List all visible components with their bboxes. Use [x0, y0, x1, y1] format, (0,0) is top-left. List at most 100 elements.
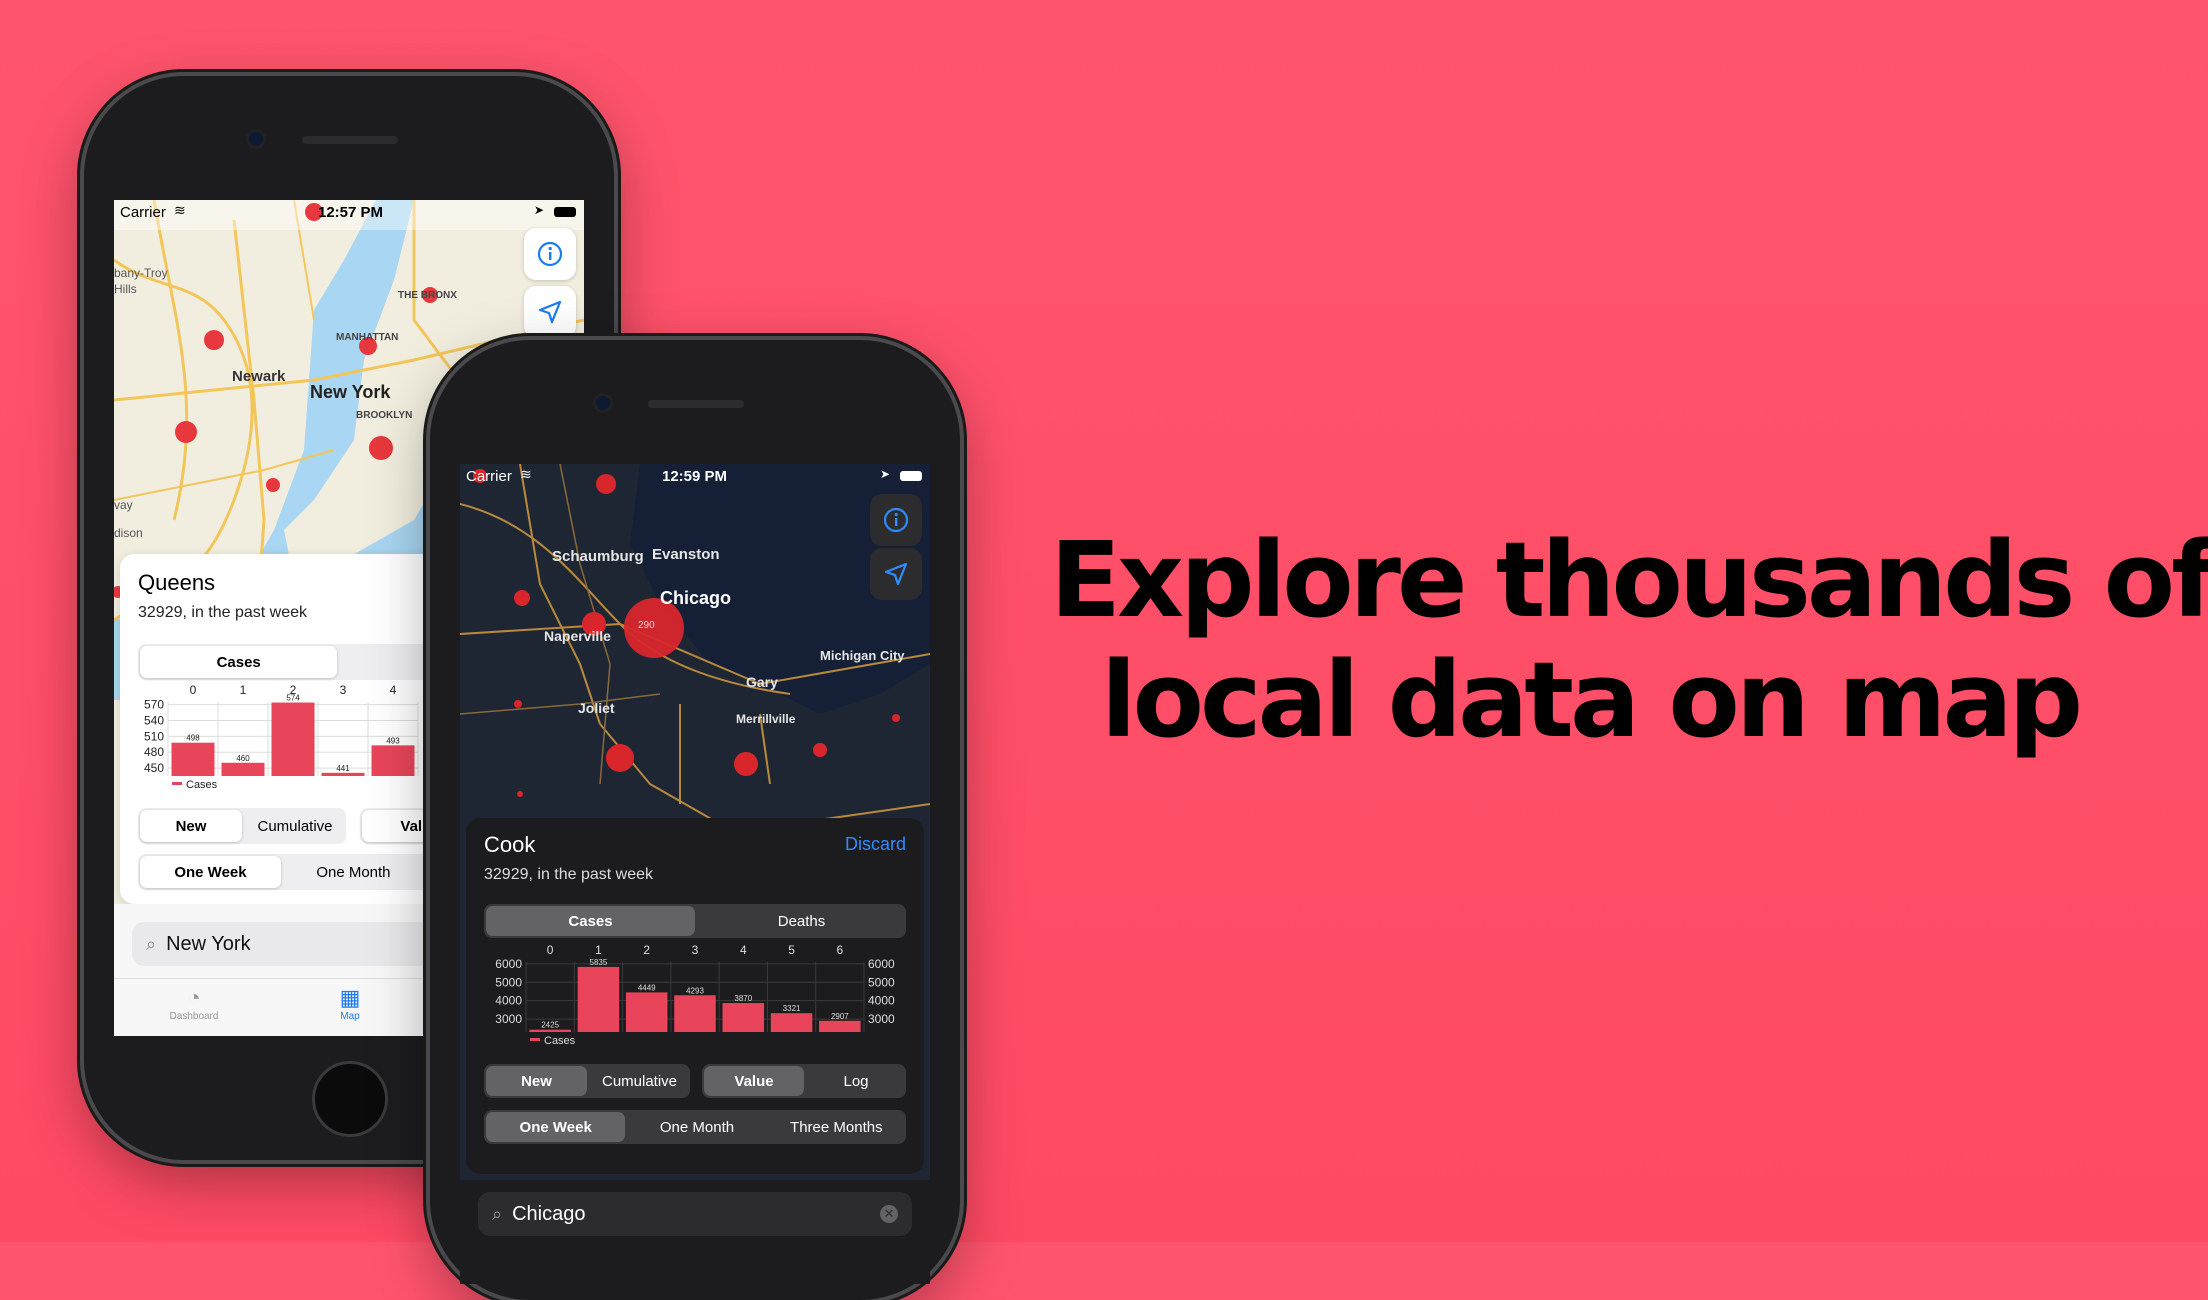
navigation-arrow-icon [538, 300, 562, 324]
x-tick-label: 0 [547, 943, 554, 957]
map-label-manhattan: MANHATTAN [336, 332, 399, 343]
x-tick-label: 3 [692, 943, 699, 957]
bar-value-label: 498 [186, 734, 200, 743]
map-label-hills: Hills [114, 282, 137, 296]
front-camera [249, 132, 263, 146]
info-button[interactable] [870, 494, 922, 546]
legend-swatch [530, 1038, 540, 1041]
seg-one-month[interactable]: One Month [283, 854, 424, 890]
region-subtitle: 32929, in the past week [138, 604, 308, 621]
discard-button[interactable]: Discard [845, 834, 906, 855]
bar-value-label: 441 [336, 764, 350, 773]
map-label-newark: Newark [232, 368, 286, 385]
map-label-bronx: THE BRONX [398, 290, 457, 301]
search-input[interactable]: New York [166, 933, 251, 956]
region-title: Cook [484, 832, 536, 857]
mode-segmented[interactable]: New Cumulative [484, 1064, 690, 1098]
metric-segmented[interactable]: Cases Deaths [484, 904, 906, 938]
y-tick-label: 540 [144, 714, 164, 728]
x-tick-label: 1 [240, 684, 247, 697]
legend-swatch [172, 782, 182, 785]
tab-map[interactable]: ▦ Map [310, 985, 390, 1022]
bar-value-label: 2425 [541, 1021, 559, 1030]
seg-log[interactable]: Log [806, 1064, 906, 1098]
bar-value-label: 4293 [686, 986, 704, 995]
bar-value-label: 4449 [638, 983, 656, 992]
y-tick-label: 450 [144, 761, 164, 775]
x-tick-label: 1 [595, 943, 602, 957]
seg-one-week[interactable]: One Week [486, 1112, 626, 1142]
y-tick-label-right: 3000 [868, 1012, 895, 1026]
range-segmented[interactable]: One Week One Month [138, 854, 438, 890]
bar-value-label: 460 [236, 754, 250, 763]
seg-new[interactable]: New [486, 1066, 587, 1096]
seg-three-months[interactable]: Three Months [767, 1110, 906, 1144]
y-tick-label: 570 [144, 698, 164, 712]
wifi-icon: ≋ [174, 202, 186, 218]
bar [674, 995, 716, 1032]
bar [529, 1029, 571, 1032]
front-camera [596, 396, 610, 410]
map-label-way: vay [114, 498, 133, 512]
bar [625, 992, 668, 1032]
region-card: Cook Discard 32929, in the past week Cas… [466, 818, 924, 1174]
seg-cumulative[interactable]: Cumulative [244, 808, 346, 844]
locate-me-button[interactable] [524, 286, 576, 338]
wifi-icon: ≋ [520, 466, 532, 482]
map-bubble-value: 290 [638, 620, 655, 631]
carrier-label: Carrier [120, 204, 166, 221]
seg-one-month[interactable]: One Month [627, 1110, 766, 1144]
range-segmented[interactable]: One Week One Month Three Months [484, 1110, 906, 1144]
map-label-brooklyn: BROOKLYN [356, 410, 413, 421]
bar-value-label: 3870 [734, 994, 752, 1003]
y-tick-label: 3000 [495, 1012, 522, 1026]
map-label-chicago: Chicago [660, 588, 732, 608]
bar [722, 1003, 765, 1032]
map-label-gary: Gary [746, 674, 778, 690]
info-button[interactable] [524, 228, 576, 280]
bar [819, 1020, 861, 1032]
x-tick-label: 2 [290, 684, 297, 697]
tab-cases[interactable]: Cases [140, 646, 338, 678]
cases-chart: 57054051048045049804601574244134934Cases [144, 684, 419, 791]
tab-hidden[interactable] [339, 644, 438, 680]
clear-icon[interactable]: ✕ [880, 1205, 898, 1223]
mode-segmented[interactable]: New Cumulative [138, 808, 346, 844]
seg-cumulative[interactable]: Cumulative [589, 1064, 690, 1098]
y-tick-label-right: 4000 [868, 994, 895, 1008]
home-button[interactable] [312, 1061, 388, 1137]
location-arrow-icon: ➤ [880, 467, 891, 481]
bar-value-label: 493 [386, 736, 400, 745]
search-icon: ⌕ [146, 933, 157, 954]
info-icon [883, 507, 909, 533]
bar [577, 966, 620, 1032]
map-label-michigan-city: Michigan City [820, 648, 905, 663]
phone-dark: Schaumburg Evanston Chicago 290 Napervil… [430, 340, 960, 1300]
seg-value[interactable]: Value [704, 1066, 804, 1096]
status-bar: Carrier ≋ 12:57 PM ➤ [114, 200, 584, 226]
search-input[interactable]: Chicago [512, 1203, 880, 1226]
tab-deaths[interactable]: Deaths [697, 904, 906, 938]
scale-segmented[interactable]: Value Log [702, 1064, 906, 1098]
metric-segmented[interactable]: Cases [138, 644, 438, 680]
x-tick-label: 2 [643, 943, 650, 957]
tab-cases[interactable]: Cases [486, 906, 695, 936]
seg-new[interactable]: New [140, 810, 242, 842]
x-tick-label: 0 [190, 684, 197, 697]
region-title: Queens [138, 570, 216, 595]
y-tick-label: 510 [144, 729, 164, 743]
seg-one-week[interactable]: One Week [140, 856, 281, 888]
earpiece [648, 400, 744, 408]
locate-me-button[interactable] [870, 548, 922, 600]
bar-value-label: 5835 [590, 958, 608, 967]
tab-dashboard-label: Dashboard [169, 1011, 219, 1022]
map-label-evanston: Evanston [652, 546, 720, 563]
y-tick-label: 4000 [495, 994, 522, 1008]
map-label-albany: bany-Troy [114, 266, 168, 280]
y-tick-label: 480 [144, 745, 164, 759]
bar [221, 762, 265, 776]
search-field[interactable]: ⌕ Chicago ✕ [478, 1192, 912, 1236]
x-tick-label: 4 [740, 943, 747, 957]
tab-dashboard[interactable]: ◔ Dashboard [154, 985, 234, 1022]
location-arrow-icon: ➤ [534, 203, 545, 217]
